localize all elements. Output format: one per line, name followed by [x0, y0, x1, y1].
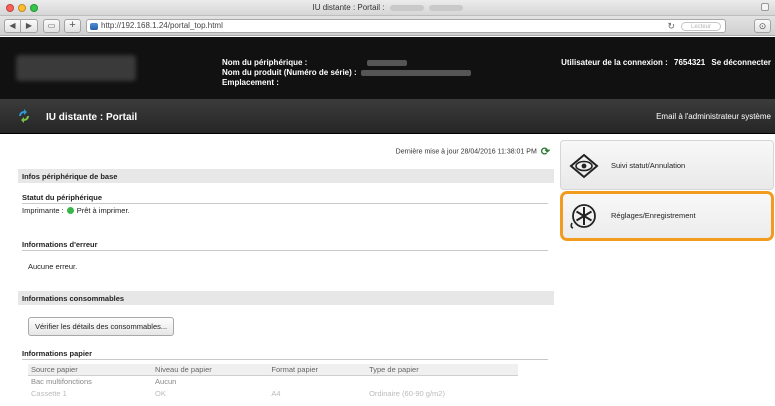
divider [22, 250, 548, 251]
paper-type-cell [366, 375, 518, 387]
main-content: Dernière mise à jour 28/04/2016 11:38:01… [14, 134, 554, 406]
last-update-text: Dernière mise à jour 28/04/2016 11:38:01… [395, 148, 537, 156]
settings-icon [570, 204, 596, 229]
login-user-id: 7654321 [674, 58, 706, 67]
settings-registration-menu-item[interactable]: Réglages/Enregistrement [560, 191, 774, 241]
product-name-label: Nom du produit (Numéro de série) : [222, 68, 357, 77]
consumables-heading: Informations consommables [18, 291, 554, 305]
fullscreen-button[interactable] [761, 3, 769, 11]
logout-link[interactable]: Se déconnecter [711, 58, 771, 67]
eye-icon [569, 153, 599, 179]
email-admin-link[interactable]: Email à l'administrateur système [656, 112, 771, 121]
refresh-icon[interactable]: ⟳ [541, 145, 550, 158]
check-consumables-button[interactable]: Vérifier les détails des consommables... [28, 317, 175, 336]
paper-level-cell: OK [155, 388, 166, 398]
page-title: IU distante : Portail [46, 112, 138, 123]
table-row: Cassette 1 OK A4 Ordinaire (60-90 g/m2) [28, 387, 518, 399]
window-title: IU distante : Portail : [0, 3, 775, 12]
reader-button[interactable]: Lecteur [681, 22, 721, 31]
forward-button[interactable]: ▶ [21, 19, 38, 33]
paper-size-cell: A4 [271, 388, 281, 398]
paper-source-cell: Bac multifonctions [31, 376, 92, 386]
address-url[interactable]: http://192.168.1.24/portal_top.html [101, 21, 223, 30]
paper-source-cell: Cassette 1 [31, 388, 67, 398]
portal-home-icon[interactable] [16, 108, 32, 124]
paper-info-title: Informations papier [22, 349, 93, 358]
reload-icon[interactable]: ↻ [667, 21, 675, 32]
globe-icon [90, 23, 98, 30]
device-info: Nom du périphérique : Nom du produit (Nu… [222, 58, 471, 88]
error-info-title: Informations d'erreur [22, 240, 98, 249]
add-bookmark-button[interactable]: + [64, 19, 81, 33]
location-label: Emplacement : [222, 78, 279, 87]
downloads-button[interactable]: ⊙ [754, 19, 771, 33]
basic-info-heading: Infos périphérique de base [18, 169, 554, 183]
ready-status-icon [66, 207, 74, 215]
error-value: Aucune erreur. [28, 262, 78, 271]
paper-level-cell: Aucun [155, 376, 177, 386]
divider [22, 203, 548, 204]
login-user-info: Utilisateur de la connexion : 7654321 Se… [557, 58, 771, 67]
page-header: Nom du périphérique : Nom du produit (Nu… [0, 37, 775, 99]
status-cancel-label: Suivi statut/Annulation [611, 161, 686, 170]
address-bar[interactable]: http://192.168.1.24/portal_top.html ↻ Le… [86, 19, 726, 33]
divider [22, 359, 548, 360]
settings-registration-label: Réglages/Enregistrement [611, 211, 696, 220]
paper-level-header: Niveau de papier [152, 364, 269, 376]
device-status-title: Statut du périphérique [22, 193, 103, 202]
show-tabs-button[interactable]: ▭ [43, 19, 60, 33]
paper-table: Source papier Niveau de papier Format pa… [28, 364, 518, 399]
back-button[interactable]: ◀ [4, 19, 21, 33]
window-titlebar: IU distante : Portail : [0, 0, 775, 16]
printer-status: Prêt à imprimer. [76, 206, 130, 215]
brand-logo [16, 55, 136, 81]
last-update: Dernière mise à jour 28/04/2016 11:38:01… [396, 145, 550, 158]
paper-type-header: Type de papier [366, 364, 518, 376]
portal-bar: IU distante : Portail Email à l'administ… [0, 99, 775, 134]
printer-status-row: Imprimante : Prêt à imprimer. [22, 206, 130, 215]
paper-source-header: Source papier [28, 364, 153, 376]
status-cancel-menu-item[interactable]: Suivi statut/Annulation [560, 140, 774, 190]
browser-toolbar: ◀ ▶ ▭ + http://192.168.1.24/portal_top.h… [0, 16, 775, 36]
device-name-label: Nom du périphérique : [222, 58, 308, 67]
printer-label: Imprimante : [22, 206, 64, 215]
login-user-label: Utilisateur de la connexion : [561, 58, 668, 67]
table-row: Bac multifonctions Aucun [28, 375, 518, 387]
paper-type-cell: Ordinaire (60-90 g/m2) [369, 388, 445, 398]
paper-size-header: Format papier [268, 364, 367, 376]
paper-size-cell [268, 375, 366, 387]
